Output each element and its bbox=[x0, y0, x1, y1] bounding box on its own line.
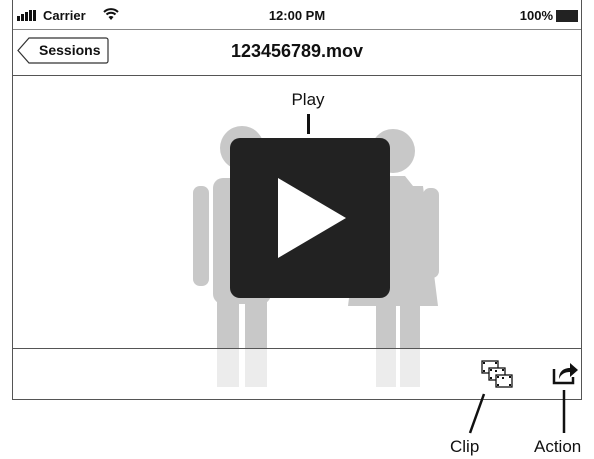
action-callout-label: Action bbox=[534, 437, 582, 456]
callout-lines bbox=[468, 390, 566, 434]
clip-callout-label: Clip bbox=[450, 437, 480, 456]
